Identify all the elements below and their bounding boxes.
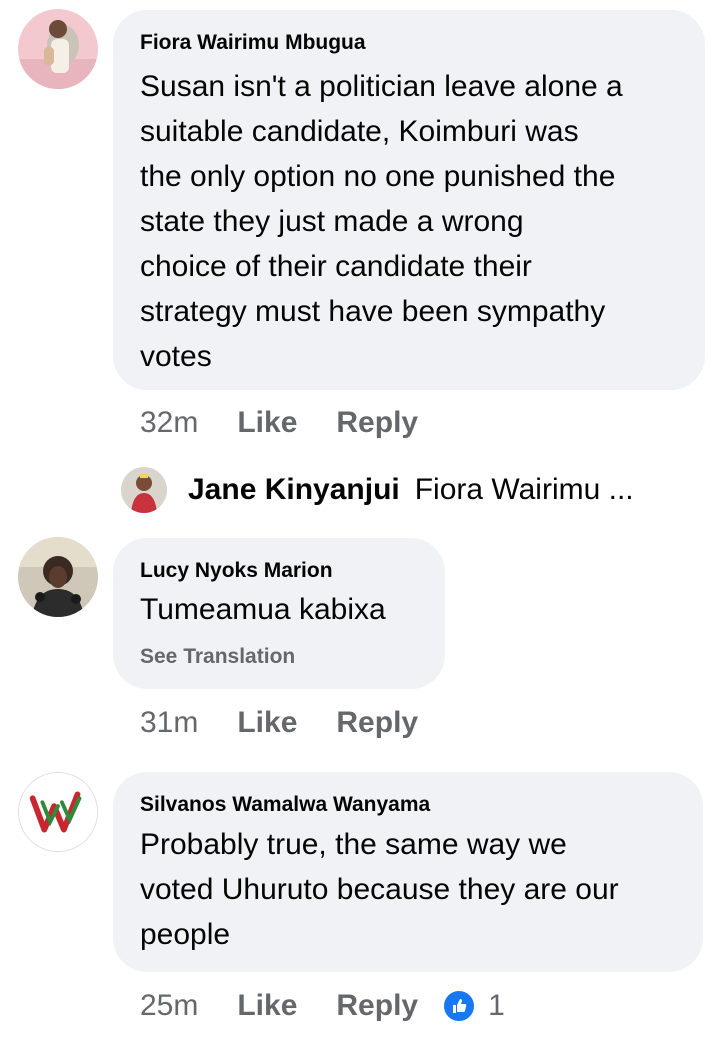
comment-author[interactable]: Silvanos Wamalwa Wanyama <box>140 793 430 817</box>
comment-line: voted Uhuruto because they are our <box>140 873 619 906</box>
reply-button[interactable]: Reply <box>336 989 418 1023</box>
comment-line: choice of their candidate their <box>140 250 532 283</box>
profile-photo-icon <box>121 467 167 513</box>
comment-text: Tumeamua kabixa <box>140 587 386 632</box>
comment-actions: 32m Like Reply <box>140 406 418 440</box>
comment-line: votes <box>140 340 212 373</box>
reply-button[interactable]: Reply <box>336 706 418 740</box>
reaction-count: 1 <box>488 989 505 1022</box>
comment-timestamp[interactable]: 31m <box>140 706 198 740</box>
reply-thread-preview[interactable]: Jane Kinyanjui Fiora Wairimu ... <box>121 467 634 513</box>
reply-button[interactable]: Reply <box>336 406 418 440</box>
reply-preview-text: Fiora Wairimu ... <box>414 473 634 506</box>
profile-photo-icon <box>18 9 98 89</box>
logo-icon <box>19 773 97 851</box>
comment-text: Susan isn't a politician leave alone a s… <box>140 64 623 379</box>
comment-line: Tumeamua kabixa <box>140 593 386 626</box>
comment-line: strategy must have been sympathy <box>140 295 606 328</box>
comment-line: the only option no one punished the <box>140 160 616 193</box>
comment-timestamp[interactable]: 25m <box>140 989 198 1023</box>
avatar[interactable] <box>18 772 98 852</box>
reaction-summary[interactable]: 1 <box>442 989 505 1023</box>
comment-bubble: Fiora Wairimu Mbugua Susan isn't a polit… <box>113 10 705 390</box>
like-button[interactable]: Like <box>237 406 297 440</box>
like-button[interactable]: Like <box>237 989 297 1023</box>
comment-line: people <box>140 918 231 951</box>
avatar[interactable] <box>18 9 98 89</box>
comment-line: Susan isn't a politician leave alone a <box>140 70 623 103</box>
comment-actions: 25m Like Reply 1 <box>140 989 505 1023</box>
comment-timestamp[interactable]: 32m <box>140 406 198 440</box>
comment-line: suitable candidate, Koimburi was <box>140 115 579 148</box>
comment-line: state they just made a wrong <box>140 205 524 238</box>
comment-author[interactable]: Lucy Nyoks Marion <box>140 559 333 583</box>
comment-author[interactable]: Fiora Wairimu Mbugua <box>140 31 366 55</box>
avatar[interactable] <box>121 467 167 513</box>
thumbs-up-icon <box>442 989 477 1023</box>
reply-author[interactable]: Jane Kinyanjui <box>188 473 400 507</box>
comment-actions: 31m Like Reply <box>140 706 418 740</box>
comment-bubble: Silvanos Wamalwa Wanyama Probably true, … <box>113 772 703 972</box>
like-button[interactable]: Like <box>237 706 297 740</box>
comment-bubble: Lucy Nyoks Marion Tumeamua kabixa See Tr… <box>113 538 445 689</box>
see-translation-link[interactable]: See Translation <box>140 645 295 669</box>
avatar[interactable] <box>18 537 98 617</box>
comment-text: Probably true, the same way we voted Uhu… <box>140 822 619 957</box>
profile-photo-icon <box>18 537 98 617</box>
comment-line: Probably true, the same way we <box>140 828 567 861</box>
